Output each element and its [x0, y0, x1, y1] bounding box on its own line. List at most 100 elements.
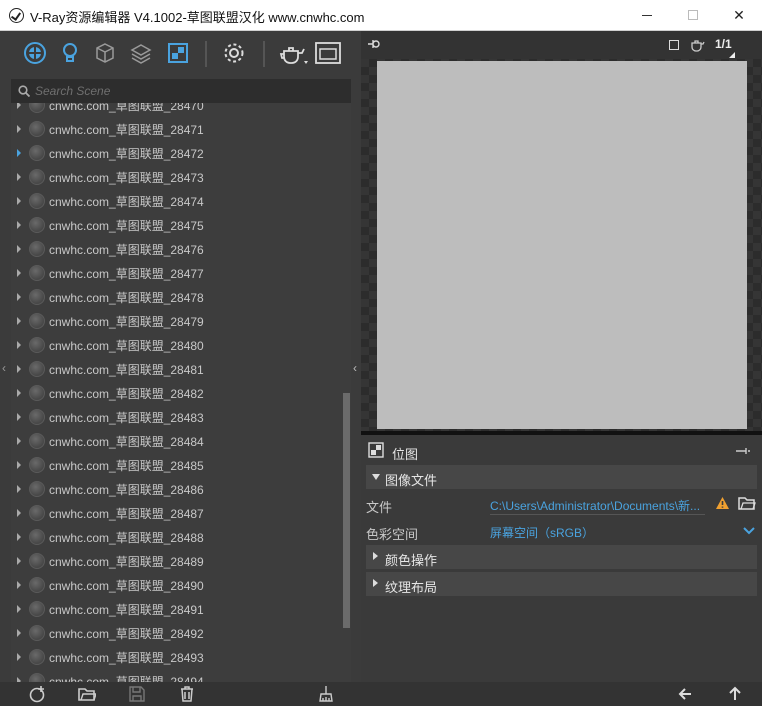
list-item[interactable]: cnwhc.com_草图联盟_28483 — [11, 405, 341, 429]
list-item[interactable]: cnwhc.com_草图联盟_28473 — [11, 165, 341, 189]
section-texture-layout[interactable]: 纹理布局 — [366, 572, 757, 596]
maximize-button[interactable] — [670, 0, 716, 31]
textures-icon[interactable] — [166, 41, 190, 65]
expand-arrow-icon[interactable] — [17, 437, 21, 445]
list-item[interactable]: cnwhc.com_草图联盟_28476 — [11, 237, 341, 261]
browse-folder-icon[interactable] — [738, 496, 756, 511]
expand-arrow-icon[interactable] — [17, 317, 21, 325]
list-item[interactable]: cnwhc.com_草图联盟_28492 — [11, 621, 341, 645]
list-item[interactable]: cnwhc.com_草图联盟_28488 — [11, 525, 341, 549]
expand-arrow-icon[interactable] — [17, 605, 21, 613]
expand-arrow-icon[interactable] — [17, 629, 21, 637]
section-color-ops[interactable]: 颜色操作 — [366, 545, 757, 569]
add-asset-icon[interactable] — [28, 685, 46, 703]
colorspace-select[interactable]: 屏幕空间（sRGB） — [490, 524, 594, 541]
list-item[interactable]: cnwhc.com_草图联盟_28485 — [11, 453, 341, 477]
list-item-label: cnwhc.com_草图联盟_28488 — [49, 531, 204, 545]
file-path-field[interactable]: C:\Users\Administrator\Documents\新... — [490, 497, 700, 514]
list-item[interactable]: cnwhc.com_草图联盟_28478 — [11, 285, 341, 309]
list-item[interactable]: cnwhc.com_草图联盟_28486 — [11, 477, 341, 501]
scrollbar-thumb[interactable] — [343, 393, 350, 628]
expand-arrow-icon[interactable] — [17, 269, 21, 277]
stop-icon[interactable] — [669, 40, 679, 50]
expand-arrow-icon[interactable] — [17, 293, 21, 301]
list-item[interactable]: cnwhc.com_草图联盟_28487 — [11, 501, 341, 525]
list-item[interactable]: cnwhc.com_草图联盟_28475 — [11, 213, 341, 237]
open-folder-icon[interactable] — [78, 685, 96, 703]
list-item[interactable]: cnwhc.com_草图联盟_28477 — [11, 261, 341, 285]
list-item[interactable]: cnwhc.com_草图联盟_28479 — [11, 309, 341, 333]
scene-bottom-toolbar — [0, 682, 361, 706]
list-item[interactable]: cnwhc.com_草图联盟_28472 — [11, 141, 341, 165]
frame-buffer-icon[interactable] — [315, 41, 341, 65]
expand-arrow-icon[interactable] — [17, 197, 21, 205]
expand-arrow-icon[interactable] — [17, 389, 21, 397]
expand-arrow-icon[interactable] — [17, 103, 21, 109]
lights-icon[interactable] — [58, 41, 82, 65]
expand-arrow-icon[interactable] — [17, 557, 21, 565]
list-item[interactable]: cnwhc.com_草图联盟_28481 — [11, 357, 341, 381]
material-sphere-icon — [29, 289, 45, 305]
list-item[interactable]: cnwhc.com_草图联盟_28480 — [11, 333, 341, 357]
expand-arrow-icon[interactable] — [17, 365, 21, 373]
collapse-left-icon[interactable]: ‹ — [2, 361, 10, 375]
material-sphere-icon — [29, 553, 45, 569]
minimize-button[interactable] — [624, 0, 670, 31]
maximize-icon — [688, 10, 698, 20]
list-item[interactable]: cnwhc.com_草图联盟_28494 — [11, 669, 341, 683]
expand-arrow-icon[interactable] — [17, 173, 21, 181]
list-item[interactable]: cnwhc.com_草图联盟_28489 — [11, 549, 341, 573]
expand-arrow-icon[interactable] — [17, 485, 21, 493]
list-item[interactable]: cnwhc.com_草图联盟_28490 — [11, 573, 341, 597]
geometry-icon[interactable] — [93, 41, 117, 65]
material-sphere-icon — [29, 457, 45, 473]
list-item[interactable]: cnwhc.com_草图联盟_28484 — [11, 429, 341, 453]
material-sphere-icon — [29, 505, 45, 521]
list-item[interactable]: cnwhc.com_草图联盟_28491 — [11, 597, 341, 621]
back-arrow-icon[interactable] — [678, 687, 692, 701]
collapse-mid-icon[interactable]: ‹ — [353, 361, 357, 375]
expand-arrow-icon[interactable] — [17, 581, 21, 589]
expand-arrow-icon[interactable] — [17, 341, 21, 349]
expand-arrow-icon[interactable] — [17, 125, 21, 133]
expand-arrow-icon[interactable] — [17, 413, 21, 421]
render-preview-teapot-icon[interactable] — [689, 37, 705, 53]
expand-arrow-icon[interactable] — [17, 533, 21, 541]
expand-arrow-icon[interactable] — [17, 509, 21, 517]
chevron-down-icon[interactable] — [743, 527, 755, 535]
up-arrow-icon[interactable] — [728, 686, 742, 701]
save-icon[interactable] — [128, 685, 146, 703]
close-button[interactable]: ✕ — [716, 0, 762, 31]
settings-icon[interactable] — [222, 41, 246, 65]
collapsed-icon — [373, 552, 378, 560]
render-teapot-icon[interactable] — [278, 41, 308, 65]
render-elements-icon[interactable] — [129, 41, 153, 65]
preview-ratio-label[interactable]: 1/1 — [715, 37, 732, 51]
expand-arrow-icon[interactable] — [17, 461, 21, 469]
list-item[interactable]: cnwhc.com_草图联盟_28471 — [11, 117, 341, 141]
material-sphere-icon — [29, 361, 45, 377]
list-item-label: cnwhc.com_草图联盟_28492 — [49, 627, 204, 641]
collapse-panel-icon[interactable] — [735, 447, 751, 455]
expand-arrow-icon[interactable] — [17, 653, 21, 661]
preview-area — [361, 59, 762, 431]
expand-arrow-icon[interactable] — [17, 221, 21, 229]
materials-icon[interactable] — [23, 41, 47, 65]
bitmap-icon — [368, 442, 384, 458]
collapsed-icon — [373, 579, 378, 587]
section-label: 纹理布局 — [385, 580, 438, 595]
toolbar-separator — [205, 41, 207, 67]
expand-arrow-icon[interactable] — [17, 149, 21, 157]
expand-arrow-icon[interactable] — [17, 245, 21, 253]
list-item[interactable]: cnwhc.com_草图联盟_28470 — [11, 103, 341, 117]
list-item[interactable]: cnwhc.com_草图联盟_28474 — [11, 189, 341, 213]
section-image-file[interactable]: 图像文件 — [366, 465, 757, 489]
list-item[interactable]: cnwhc.com_草图联盟_28482 — [11, 381, 341, 405]
list-item-label: cnwhc.com_草图联盟_28470 — [49, 103, 204, 113]
purge-broom-icon[interactable] — [317, 685, 335, 703]
pin-icon[interactable] — [367, 37, 383, 51]
list-item[interactable]: cnwhc.com_草图联盟_28493 — [11, 645, 341, 669]
search-input[interactable] — [35, 79, 335, 103]
warning-icon[interactable] — [715, 496, 730, 510]
delete-icon[interactable] — [178, 685, 196, 703]
